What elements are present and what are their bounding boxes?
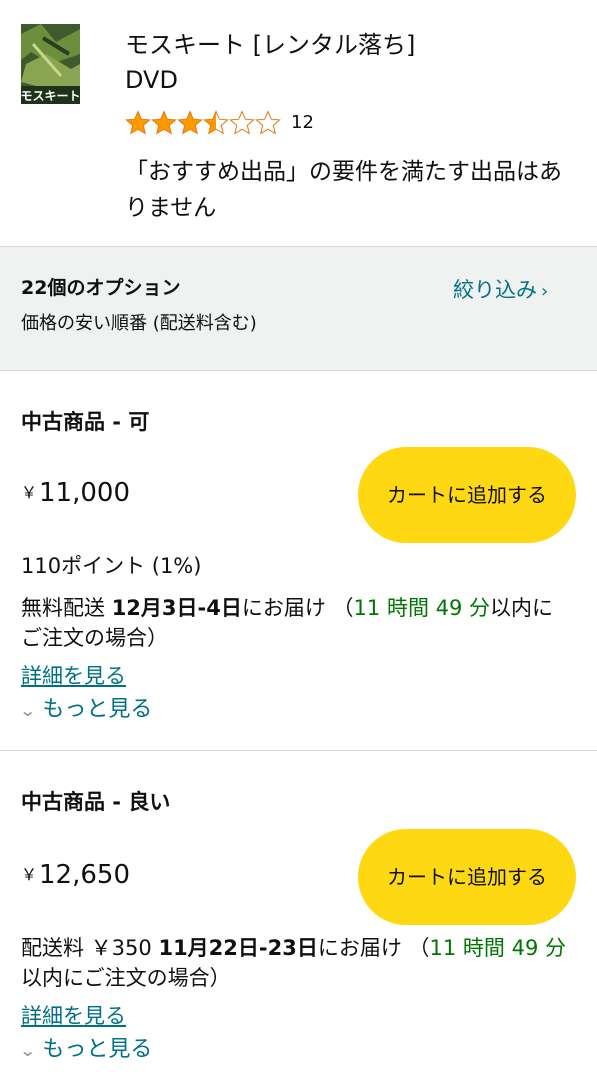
delivery-suffix: にお届け （ — [241, 596, 354, 620]
product-title[interactable]: モスキート [レンタル落ち] — [125, 28, 415, 62]
dvd-cover-image: モスキート — [21, 24, 80, 104]
delivery-info: 無料配送 12月3日-4日にお届け （11 時間 49 分以内にご注文の場合） — [21, 593, 571, 653]
details-link[interactable]: 詳細を見る — [21, 1001, 126, 1031]
filter-bar: 22個のオプション 価格の安い順番 (配送料含む) 絞り込み › — [0, 246, 597, 371]
shipping-label: 配送料 ￥350 — [21, 936, 152, 960]
chevron-down-icon: ⌄ — [18, 1041, 37, 1060]
offer-points: 110ポイント (1%) — [21, 554, 202, 578]
delivery-suffix: にお届け （ — [317, 936, 430, 960]
order-countdown: 11 時間 49 分 — [353, 596, 491, 620]
delivery-info: 配送料 ￥350 11月22日-23日にお届け （11 時間 49 分以内にご注… — [21, 933, 571, 993]
see-more-label: もっと見る — [42, 697, 153, 722]
thumbnail-caption: モスキート — [21, 89, 80, 103]
shipping-label: 無料配送 — [21, 596, 105, 620]
offer-condition: 中古商品 - 可 — [21, 410, 150, 434]
delivery-tail: 以内にご注文の場合） — [21, 966, 231, 990]
no-featured-offer-notice: 「おすすめ出品」の要件を満たす出品はありません — [125, 159, 562, 221]
delivery-date: 11月22日-23日 — [158, 936, 318, 960]
product-header: モスキート モスキート [レンタル落ち] DVD 12 「おすすめ出品」の要件を… — [0, 0, 597, 246]
see-more-link[interactable]: ⌄ もっと見る — [18, 1035, 153, 1066]
offer-condition: 中古商品 - 良い — [21, 790, 171, 814]
currency-symbol: ￥ — [21, 483, 38, 502]
add-to-cart-button[interactable]: カートに追加する — [358, 447, 576, 543]
offer-price: ￥11,000 — [21, 477, 130, 509]
price-value: 11,000 — [39, 478, 130, 508]
filter-label: 絞り込み — [453, 278, 537, 302]
filter-button[interactable]: 絞り込み › — [453, 277, 548, 305]
offer-price: ￥12,650 — [21, 859, 130, 891]
order-countdown: 11 時間 49 分 — [429, 936, 567, 960]
delivery-date: 12月3日-4日 — [111, 596, 242, 620]
chevron-down-icon: ⌄ — [18, 701, 37, 720]
add-to-cart-button[interactable]: カートに追加する — [358, 829, 576, 925]
product-thumbnail[interactable]: モスキート — [21, 24, 80, 104]
chevron-right-icon: › — [541, 281, 549, 302]
see-more-label: もっと見る — [42, 1037, 153, 1062]
offer-card: 中古商品 - 可 ￥11,000 カートに追加する 110ポイント (1%) 無… — [0, 371, 597, 751]
rating-count: 12 — [291, 112, 314, 133]
offer-card: 中古商品 - 良い ￥12,650 カートに追加する 配送料 ￥350 11月2… — [0, 751, 597, 1080]
product-format: DVD — [125, 66, 178, 94]
rating-stars[interactable]: 12 — [125, 110, 314, 136]
see-more-link[interactable]: ⌄ もっと見る — [18, 695, 153, 726]
sort-label: 価格の安い順番 (配送料含む) — [21, 313, 257, 334]
price-value: 12,650 — [39, 860, 130, 890]
options-count: 22個のオプション — [21, 277, 181, 299]
star-rating-icon — [125, 111, 281, 134]
details-link[interactable]: 詳細を見る — [21, 661, 126, 691]
currency-symbol: ￥ — [21, 865, 38, 884]
